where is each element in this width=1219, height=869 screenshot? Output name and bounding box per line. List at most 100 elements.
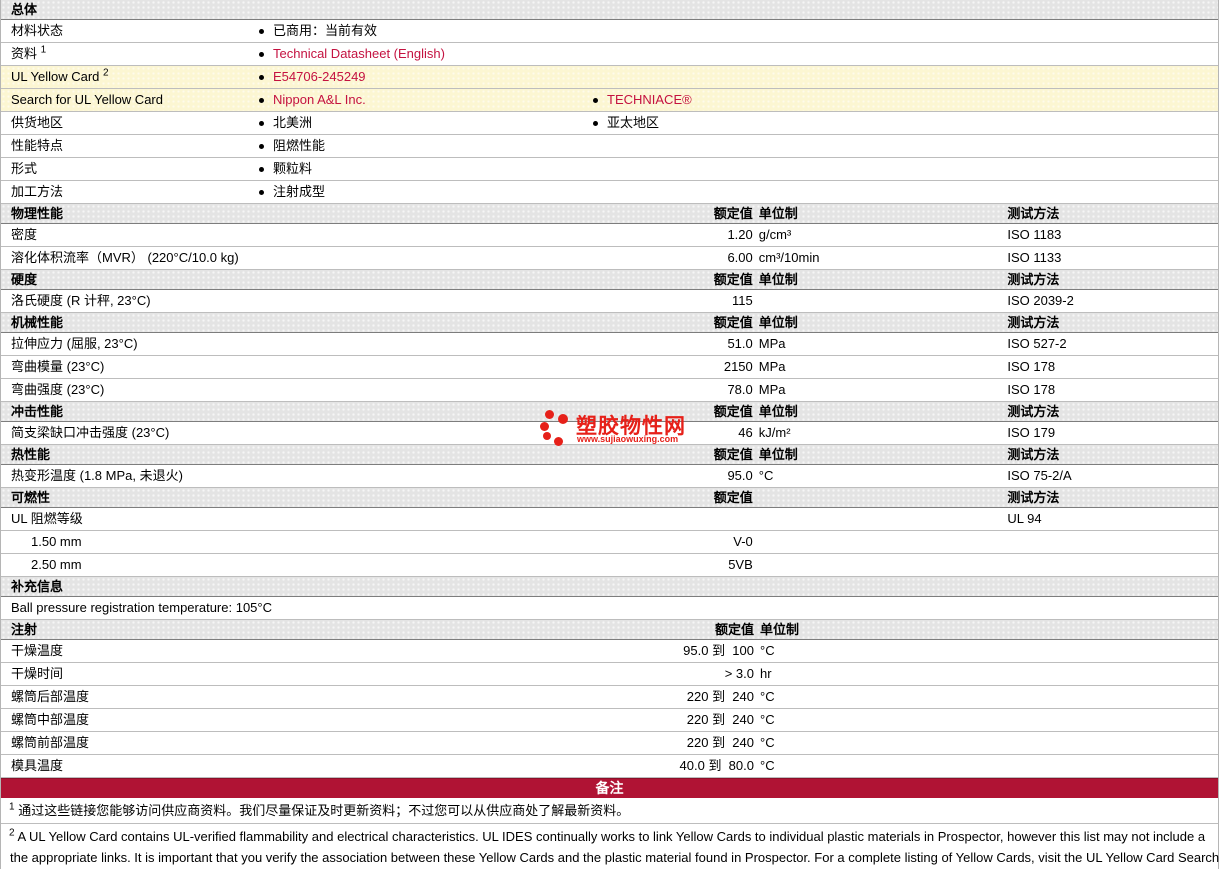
test-method: ISO 178 [1007,359,1056,374]
column-header-units: 单位制 [758,404,798,419]
table-row: 2.50 mm 5VB [1,554,1218,577]
table-row: 资料 1 Technical Datasheet (English) [1,43,1218,66]
column-header-units: 单位制 [758,315,798,330]
property-label: Search for UL Yellow Card [11,92,163,107]
remark-bar: 备注 [1,778,1218,798]
column-header-rated: 额定值 [713,404,753,419]
section-header-overview: 总体 [1,0,1218,20]
property-unit: °C [760,712,775,727]
property-value: 6.00 [727,250,753,265]
footnote-text: 通过这些链接您能够访问供应商资料。我们尽量保证及时更新资料；不过您可以从供应商处… [18,803,630,818]
test-method: ISO 1183 [1007,227,1062,242]
property-label: 材料状态 [11,23,64,38]
footnote-number: 1 [9,801,15,813]
test-method: ISO 178 [1007,382,1056,397]
property-label: Ball pressure registration temperature: … [11,600,272,615]
section-title: 机械性能 [11,315,64,330]
property-unit: g/cm³ [758,227,792,242]
datasheet-link[interactable]: Technical Datasheet (English) [273,43,445,65]
bullet-item: 注射成型 [249,181,583,203]
section-title: 硬度 [11,272,38,287]
footnote-ref: 1 [40,44,47,56]
table-row: 溶化体积流率（MVR） (220°C/10.0 kg) 6.00 cm³/10m… [1,247,1218,270]
table-row: 螺筒前部温度 220 到 240 °C [1,732,1218,755]
section-title: 热性能 [11,447,51,462]
property-label: 加工方法 [11,184,64,199]
bullet-icon [259,166,264,172]
bullet-item: 北美洲 [249,112,583,134]
table-row: 1.50 mm V-0 [1,531,1218,554]
supplier-link[interactable]: Nippon A&L Inc. [273,89,366,111]
table-row: 供货地区 北美洲 亚太地区 [1,112,1218,135]
table-row: Search for UL Yellow Card Nippon A&L Inc… [1,89,1218,112]
property-value: 40.0 到 80.0 [679,758,754,773]
property-label: 模具温度 [11,758,64,773]
property-label: 干燥温度 [11,643,64,658]
property-value: 220 到 240 [686,712,754,727]
footnote-text: the appropriate links. It is important t… [10,850,1219,865]
test-method: ISO 179 [1007,425,1056,440]
property-label: 干燥时间 [11,666,64,681]
item-text: 颗粒料 [273,161,313,176]
bullet-item: 阻燃性能 [249,135,583,157]
bullet-item: 亚太地区 [583,112,1218,134]
bullet-item: 已商用：当前有效 [249,20,583,42]
test-method: ISO 527-2 [1007,336,1067,351]
property-label: 资料 1 [11,44,47,61]
section-header-supplemental: 补充信息 [1,577,1218,597]
table-row: UL 阻燃等级 UL 94 [1,508,1218,531]
column-header-units: 单位制 [758,447,798,462]
property-label: UL 阻燃等级 [11,511,83,526]
footnote-ref: 2 [103,67,109,79]
column-header-rated: 额定值 [713,315,753,330]
property-unit: °C [758,468,774,483]
table-row: 热变形温度 (1.8 MPa, 未退火) 95.0 °C ISO 75-2/A [1,465,1218,488]
property-value: 46 [738,425,753,440]
property-value: V-0 [733,534,753,549]
property-unit: MPa [758,359,786,374]
column-header-test: 测试方法 [1007,315,1060,330]
property-value: 220 到 240 [686,689,754,704]
column-header-units: 单位制 [758,272,798,287]
section-title: 可燃性 [11,490,51,505]
property-label: 溶化体积流率（MVR） (220°C/10.0 kg) [11,250,239,265]
tradename-link[interactable]: TECHNIACE® [607,89,692,111]
footnote: 1 通过这些链接您能够访问供应商资料。我们尽量保证及时更新资料；不过您可以从供应… [1,798,1218,824]
item-text: 北美洲 [273,115,313,130]
section-header-hardness: 硬度 额定值 单位制 测试方法 [1,270,1218,290]
property-unit: kJ/m² [758,425,791,440]
property-label: 弯曲模量 (23°C) [11,359,105,374]
bullet-icon [259,189,264,195]
item-text: 已商用：当前有效 [273,23,378,38]
bullet-item: Technical Datasheet (English) [249,43,583,65]
table-row: 弯曲强度 (23°C) 78.0 MPa ISO 178 [1,379,1218,402]
section-header-mechanical: 机械性能 额定值 单位制 测试方法 [1,313,1218,333]
property-label: 2.50 mm [31,557,82,572]
table-row: 简支梁缺口冲击强度 (23°C) 46 kJ/m² ISO 179 [1,422,1218,445]
property-label: 拉伸应力 (屈服, 23°C) [11,336,138,351]
property-unit: MPa [758,336,786,351]
section-title: 物理性能 [11,206,64,221]
item-text: 亚太地区 [607,115,660,130]
property-unit: cm³/10min [758,250,820,265]
column-header-test: 测试方法 [1007,447,1060,462]
table-row: 拉伸应力 (屈服, 23°C) 51.0 MPa ISO 527-2 [1,333,1218,356]
property-label: 性能特点 [11,138,64,153]
property-label: 简支梁缺口冲击强度 (23°C) [11,425,170,440]
bullet-icon [593,120,598,126]
property-unit: °C [760,643,775,658]
yellow-card-link[interactable]: E54706-245249 [273,66,366,88]
footnote: 2 A UL Yellow Card contains UL-verified … [1,824,1219,869]
column-header-units: 单位制 [760,622,800,637]
section-header-flammability: 可燃性 额定值 测试方法 [1,488,1218,508]
table-row: 密度 1.20 g/cm³ ISO 1183 [1,224,1218,247]
section-header-impact: 冲击性能 额定值 单位制 测试方法 [1,402,1218,422]
property-value: > 3.0 [724,666,754,681]
bullet-icon [259,51,264,57]
property-label: UL Yellow Card 2 [11,67,109,84]
property-label: 弯曲强度 (23°C) [11,382,105,397]
table-row: 洛氏硬度 (R 计秤, 23°C) 115 ISO 2039-2 [1,290,1218,313]
item-text: 阻燃性能 [273,138,326,153]
property-label: 热变形温度 (1.8 MPa, 未退火) [11,468,183,483]
test-method: ISO 75-2/A [1007,468,1072,483]
